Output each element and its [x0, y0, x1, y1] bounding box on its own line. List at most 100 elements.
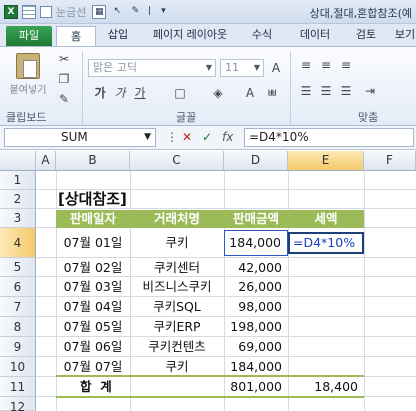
header-amount[interactable]: 판매금액 — [224, 210, 288, 228]
cell-date[interactable]: 07월 07일 — [56, 357, 130, 377]
row-header-4[interactable]: 4 — [0, 228, 36, 258]
header-client[interactable]: 거래처명 — [130, 210, 224, 228]
chevron-down-icon: ▼ — [253, 63, 260, 72]
tab-home[interactable]: 홈 — [56, 26, 96, 47]
cell-client[interactable]: 쿠키센터 — [130, 258, 224, 277]
column-header-d[interactable]: D — [224, 151, 288, 171]
cell-date[interactable]: 07월 02일 — [56, 258, 130, 277]
font-color-icon[interactable]: A — [242, 85, 258, 101]
cell-amount[interactable]: 184,000 — [224, 357, 288, 377]
column-header-c[interactable]: C — [130, 151, 224, 171]
align-group-label: 맞춤 — [358, 111, 379, 124]
checkbox-icon[interactable] — [40, 6, 52, 18]
cell-amount[interactable]: 69,000 — [224, 337, 288, 357]
cell-date[interactable]: 07월 06일 — [56, 337, 130, 357]
font-name-select[interactable]: 맑은 고딕 ▼ — [88, 59, 216, 77]
row-header-11[interactable]: 11 — [0, 377, 36, 397]
clipboard-icon — [16, 53, 40, 79]
tab-file[interactable]: 파일 — [6, 26, 52, 46]
row-header-10[interactable]: 10 — [0, 357, 36, 377]
header-date[interactable]: 판매일자 — [56, 210, 130, 228]
fill-color-icon[interactable]: ◈ — [210, 85, 226, 101]
grow-font-icon[interactable]: A — [268, 60, 284, 76]
underline-button[interactable]: 가 — [132, 85, 148, 101]
bold-button[interactable]: 가 — [92, 85, 108, 101]
align-bottom-icon[interactable]: ≡ — [338, 57, 354, 73]
sheet-title[interactable]: [상대참조] — [58, 190, 198, 209]
total-tax[interactable]: 18,400 — [288, 377, 364, 397]
column-header-b[interactable]: B — [56, 151, 130, 171]
row-header-12[interactable]: 12 — [0, 397, 36, 411]
formula-input[interactable]: =D4*10% — [244, 128, 414, 147]
column-header-e[interactable]: E — [288, 151, 364, 171]
cell-amount-referenced[interactable]: 184,000 — [224, 230, 288, 256]
chevron-down-icon[interactable]: ▼ — [144, 129, 151, 146]
insert-function-icon[interactable]: fx — [222, 130, 233, 144]
total-amount[interactable]: 801,000 — [224, 377, 288, 397]
paste-button[interactable]: 붙여넣기 — [8, 53, 48, 105]
window-title: 상대,절대,혼합참조(예 — [309, 7, 412, 20]
excel-logo-icon[interactable]: X — [4, 5, 18, 19]
cell-date[interactable]: 07월 03일 — [56, 277, 130, 297]
indent-icon[interactable]: ⇥ — [362, 83, 378, 99]
cell-date[interactable]: 07월 01일 — [56, 228, 130, 258]
align-top-icon[interactable]: ≡ — [298, 57, 314, 73]
tab-formulas[interactable]: 수식 — [242, 24, 282, 46]
row-header-9[interactable]: 9 — [0, 337, 36, 357]
pointer-icon[interactable]: ↖ — [110, 5, 124, 19]
cell-date[interactable]: 07월 05일 — [56, 317, 130, 337]
phonetic-icon[interactable]: ㅃ — [264, 85, 280, 101]
italic-button[interactable]: 가 — [112, 85, 128, 101]
cell-amount[interactable]: 42,000 — [224, 258, 288, 277]
tab-page-layout[interactable]: 페이지 레이아웃 — [142, 24, 238, 46]
row-header-8[interactable]: 8 — [0, 317, 36, 337]
customize-dropdown-icon[interactable]: ▾ — [156, 5, 170, 19]
tab-data[interactable]: 데이터 — [290, 24, 340, 46]
tab-review[interactable]: 검토 — [346, 24, 386, 46]
align-right-icon[interactable]: ☰ — [338, 83, 354, 99]
ribbon-panel: 붙여넣기 ✂ ❐ ✎ 클립보드 맑은 고딕 ▼ 11 ▼ A 가 가 가 □ ◈… — [0, 46, 416, 126]
cell-amount[interactable]: 198,000 — [224, 317, 288, 337]
enter-icon[interactable]: ✓ — [202, 130, 212, 144]
total-label[interactable]: 합 계 — [80, 377, 140, 397]
select-all-corner[interactable] — [0, 151, 36, 171]
tab-insert[interactable]: 삽입 — [100, 24, 136, 46]
align-left-icon[interactable]: ☰ — [298, 83, 314, 99]
cell-client[interactable]: 쿠키컨텐츠 — [130, 337, 224, 357]
paste-label: 붙여넣기 — [9, 85, 47, 96]
format-icon[interactable]: ▦ — [92, 5, 107, 19]
cell-client[interactable]: 비즈니스쿠키 — [130, 277, 224, 297]
column-header-f[interactable]: F — [364, 151, 416, 171]
brush-icon[interactable]: ✎ — [128, 5, 142, 19]
row-header-6[interactable]: 6 — [0, 277, 36, 297]
copy-icon[interactable]: ❐ — [56, 71, 72, 87]
row-header-3[interactable]: 3 — [0, 209, 36, 228]
cell-date[interactable]: 07월 04일 — [56, 297, 130, 317]
align-center-icon[interactable]: ☰ — [318, 83, 334, 99]
font-size-select[interactable]: 11 ▼ — [220, 59, 264, 77]
active-cell-tax[interactable]: =D4*10% — [288, 232, 364, 254]
name-box[interactable]: SUM ▼ — [4, 128, 156, 147]
gridlines-label: 눈금선 — [56, 6, 87, 19]
row-header-5[interactable]: 5 — [0, 258, 36, 277]
column-header-a[interactable]: A — [36, 151, 56, 171]
cut-icon[interactable]: ✂ — [56, 51, 72, 67]
gridlines-icon[interactable] — [22, 5, 36, 19]
cell-client[interactable]: 쿠키SQL — [130, 297, 224, 317]
cell-client[interactable]: 쿠키 — [130, 357, 224, 377]
cell-client[interactable]: 쿠키ERP — [130, 317, 224, 337]
header-tax[interactable]: 세액 — [288, 210, 364, 228]
align-middle-icon[interactable]: ≡ — [318, 57, 334, 73]
dots-icon: ⋮ — [166, 130, 178, 144]
cell-client[interactable]: 쿠키 — [130, 228, 224, 258]
row-header-1[interactable]: 1 — [0, 171, 36, 190]
cell-amount[interactable]: 98,000 — [224, 297, 288, 317]
border-icon[interactable]: □ — [172, 85, 188, 101]
format-painter-icon[interactable]: ✎ — [56, 91, 72, 107]
title-bar: X 눈금선 ▦ ↖ ✎ | ▾ 상대,절대,혼합참조(예 — [0, 0, 416, 24]
cancel-icon[interactable]: ✕ — [182, 130, 192, 144]
tab-view[interactable]: 보기 — [390, 24, 416, 46]
cell-amount[interactable]: 26,000 — [224, 277, 288, 297]
row-header-7[interactable]: 7 — [0, 297, 36, 317]
row-header-2[interactable]: 2 — [0, 190, 36, 209]
